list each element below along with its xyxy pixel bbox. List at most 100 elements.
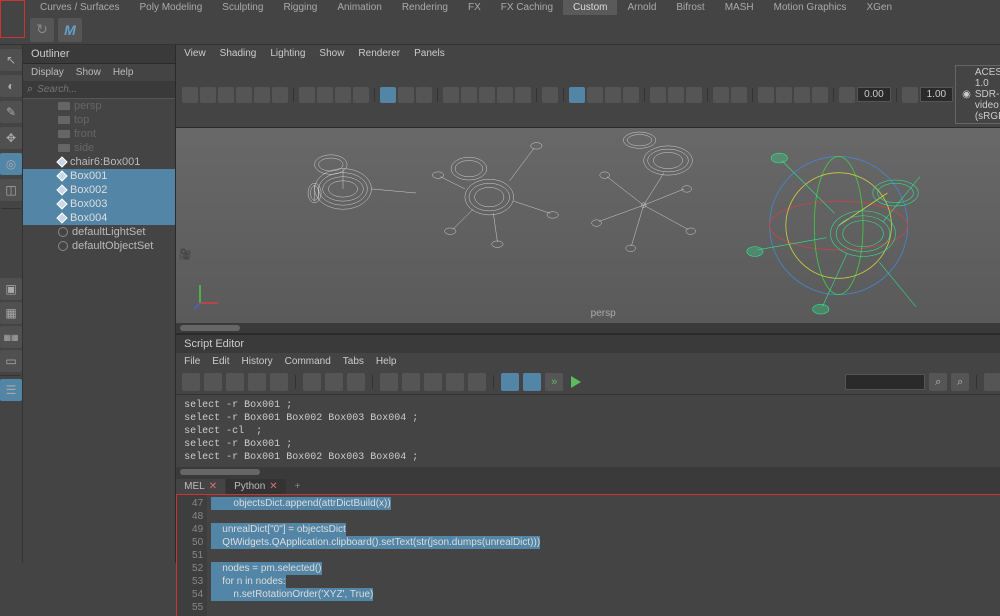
- color-space-dropdown[interactable]: ◉ ACES 1.0 SDR-video (sRGB) ▾: [955, 65, 1000, 124]
- vp-tool[interactable]: [542, 87, 558, 103]
- vp-tool[interactable]: [776, 87, 792, 103]
- vp-tool[interactable]: [650, 87, 666, 103]
- lasso-tool[interactable]: ◐: [0, 75, 22, 97]
- layout-tool-3[interactable]: ▦▦: [0, 326, 22, 348]
- viewport-menu-item[interactable]: View: [184, 48, 206, 59]
- outliner-item[interactable]: side: [23, 141, 175, 155]
- vp-tool[interactable]: [200, 87, 216, 103]
- shelf-tab[interactable]: Sculpting: [212, 0, 273, 15]
- vp-tool[interactable]: [254, 87, 270, 103]
- viewport-menu-item[interactable]: Panels: [414, 48, 445, 59]
- vp-tool[interactable]: [272, 87, 288, 103]
- shelf-tab[interactable]: Arnold: [617, 0, 666, 15]
- shelf-tab[interactable]: Poly Modeling: [129, 0, 212, 15]
- sc-tool[interactable]: [347, 373, 365, 391]
- vp-tool[interactable]: [497, 87, 513, 103]
- vp-tool[interactable]: [317, 87, 333, 103]
- sc-tool[interactable]: [204, 373, 222, 391]
- sc-tool[interactable]: [468, 373, 486, 391]
- layout-tool-5[interactable]: ☰: [0, 379, 22, 401]
- vp-tool[interactable]: [713, 87, 729, 103]
- goto-line-icon[interactable]: [984, 373, 1000, 391]
- vp-tool[interactable]: [236, 87, 252, 103]
- sc-tool[interactable]: [523, 373, 541, 391]
- viewport-menu-item[interactable]: Renderer: [358, 48, 400, 59]
- vp-tool[interactable]: [569, 87, 585, 103]
- vp-tool[interactable]: [587, 87, 603, 103]
- vp-tool[interactable]: [668, 87, 684, 103]
- shelf-icon-reload[interactable]: ↻: [30, 18, 54, 42]
- outliner-search-input[interactable]: [37, 84, 171, 95]
- camera-bookmark-icon[interactable]: 🎥: [178, 248, 194, 264]
- rotate-tool[interactable]: ◎: [0, 153, 22, 175]
- sc-tool[interactable]: [226, 373, 244, 391]
- script-menu-item[interactable]: Help: [376, 356, 397, 367]
- select-tool[interactable]: ↖: [0, 49, 22, 71]
- outliner-item[interactable]: Box003: [23, 197, 175, 211]
- close-icon[interactable]: ✕: [209, 481, 217, 492]
- outliner-item[interactable]: Box002: [23, 183, 175, 197]
- sc-tool[interactable]: [182, 373, 200, 391]
- viewport-3d[interactable]: 🎥 persp: [176, 128, 1000, 323]
- vp-tool[interactable]: [479, 87, 495, 103]
- shelf-tab[interactable]: Motion Graphics: [764, 0, 857, 15]
- sc-tool[interactable]: [501, 373, 519, 391]
- vp-tool[interactable]: [605, 87, 621, 103]
- add-tab-button[interactable]: +: [287, 479, 309, 494]
- vp-tool[interactable]: [623, 87, 639, 103]
- close-icon[interactable]: ✕: [269, 481, 277, 492]
- paint-tool[interactable]: ✎: [0, 101, 22, 123]
- scale-tool[interactable]: ◫: [0, 179, 22, 201]
- outliner-item[interactable]: defaultLightSet: [23, 225, 175, 239]
- vp-tool[interactable]: [416, 87, 432, 103]
- script-menu-item[interactable]: Edit: [212, 356, 229, 367]
- vp-tool[interactable]: [686, 87, 702, 103]
- script-search-input[interactable]: [845, 374, 925, 390]
- outliner-tree[interactable]: persptopfrontsidechair6:Box001Box001Box0…: [23, 99, 175, 563]
- viewport-scrollbar[interactable]: [176, 323, 1000, 333]
- sc-tool[interactable]: [446, 373, 464, 391]
- shelf-tab[interactable]: MASH: [715, 0, 764, 15]
- vp-tool[interactable]: [299, 87, 315, 103]
- sc-tool[interactable]: [380, 373, 398, 391]
- vp-tool[interactable]: [218, 87, 234, 103]
- vp-tool[interactable]: [794, 87, 810, 103]
- vp-tool[interactable]: [902, 87, 918, 103]
- script-tab[interactable]: MEL✕: [176, 479, 225, 494]
- history-scrollbar[interactable]: [176, 467, 1000, 477]
- script-code-area[interactable]: 474849505152535455 objectsDict.append(at…: [176, 494, 1000, 616]
- vp-tool[interactable]: [380, 87, 396, 103]
- outliner-item[interactable]: front: [23, 127, 175, 141]
- script-tab[interactable]: Python✕: [226, 479, 286, 494]
- shelf-tab[interactable]: Curves / Surfaces: [30, 0, 129, 15]
- sc-tool-execute[interactable]: »: [545, 373, 563, 391]
- script-menu-item[interactable]: Tabs: [343, 356, 364, 367]
- vp-tool[interactable]: [461, 87, 477, 103]
- vp-tool[interactable]: [839, 87, 855, 103]
- vp-tool[interactable]: [758, 87, 774, 103]
- search-icon[interactable]: ⌕: [929, 373, 947, 391]
- sc-tool[interactable]: [303, 373, 321, 391]
- vp-tool[interactable]: [182, 87, 198, 103]
- outliner-menu-item[interactable]: Display: [31, 67, 64, 78]
- vp-tool[interactable]: [812, 87, 828, 103]
- script-menu-item[interactable]: File: [184, 356, 200, 367]
- vp-tool[interactable]: [335, 87, 351, 103]
- code-text[interactable]: objectsDict.append(attrDictBuild(x)) unr…: [207, 495, 1000, 616]
- play-icon[interactable]: [571, 376, 581, 388]
- script-history[interactable]: select -r Box001 ; select -r Box001 Box0…: [176, 395, 1000, 467]
- outliner-item[interactable]: top: [23, 113, 175, 127]
- move-tool[interactable]: ✥: [0, 127, 22, 149]
- viewport-menu-item[interactable]: Lighting: [270, 48, 305, 59]
- shelf-tab[interactable]: Animation: [327, 0, 391, 15]
- outliner-menu-item[interactable]: Show: [76, 67, 101, 78]
- sc-tool[interactable]: [248, 373, 266, 391]
- viewport-menu-item[interactable]: Show: [319, 48, 344, 59]
- shelf-tab[interactable]: Rigging: [273, 0, 327, 15]
- layout-tool-2[interactable]: ▦: [0, 302, 22, 324]
- sc-tool[interactable]: [325, 373, 343, 391]
- shelf-tab[interactable]: Custom: [563, 0, 617, 15]
- shelf-tab[interactable]: Rendering: [392, 0, 458, 15]
- shelf-tab[interactable]: XGen: [856, 0, 902, 15]
- viewport-menu-item[interactable]: Shading: [220, 48, 257, 59]
